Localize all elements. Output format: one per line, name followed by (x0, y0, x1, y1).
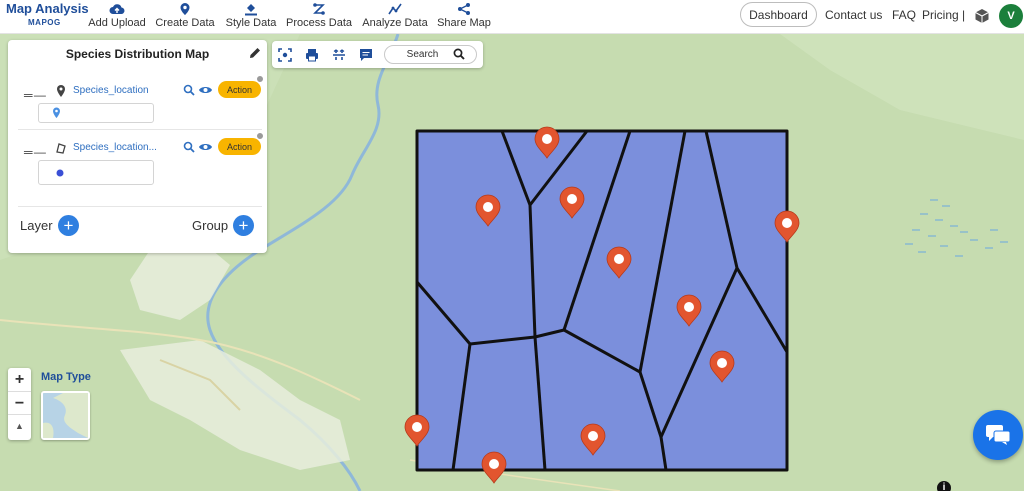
drag-handle-icon[interactable]: ═ — (24, 145, 46, 159)
status-dot (256, 132, 264, 140)
action-button[interactable]: Action (218, 81, 261, 98)
nav-create-data[interactable]: Create Data (154, 0, 216, 34)
status-dot (256, 75, 264, 83)
logo[interactable]: Map Analysis MAPOG (6, 1, 89, 31)
pencil-edit-icon[interactable] (248, 46, 262, 60)
map-type-thumbnail (43, 393, 88, 438)
nav-process-data[interactable]: Process Data (285, 0, 353, 34)
nav-label: Add Upload (88, 17, 146, 29)
species-marker[interactable] (534, 126, 560, 159)
nav-share-map[interactable]: Share Map (436, 0, 492, 34)
species-marker[interactable] (676, 294, 702, 327)
location-pin-icon (180, 3, 190, 15)
cube-icon[interactable] (974, 8, 990, 24)
paint-bucket-icon (245, 4, 257, 16)
action-button[interactable]: Action (218, 138, 261, 155)
nav-style-data[interactable]: Style Data (222, 0, 280, 34)
add-group-button[interactable]: + (233, 215, 254, 236)
nav-label: Process Data (285, 17, 353, 29)
layer-name[interactable]: Species_location... (73, 142, 157, 153)
layer-label: Layer (20, 218, 53, 233)
layer-style-preview[interactable] (38, 160, 154, 185)
group-label: Group (192, 218, 229, 233)
share-icon (458, 3, 470, 15)
zoom-controls: + − ▲ (8, 368, 31, 440)
nav-analyze-data[interactable]: Analyze Data (361, 0, 429, 34)
pricing-link[interactable]: Pricing | (922, 8, 965, 22)
map-toolbar: Search (272, 41, 483, 68)
map-type-label: Map Type (41, 371, 91, 383)
species-marker[interactable] (404, 414, 430, 447)
add-layer-button[interactable]: + (58, 215, 79, 236)
zoom-in-button[interactable]: + (8, 368, 31, 391)
species-marker[interactable] (475, 194, 501, 227)
layer-row[interactable]: ═ — Species_location... Action (8, 132, 267, 198)
map-title: Species Distribution Map (65, 47, 210, 61)
comment-icon[interactable] (359, 48, 373, 62)
zoom-to-layer-icon[interactable] (183, 84, 195, 96)
point-icon (57, 85, 65, 97)
layer-row[interactable]: ═ — Species_location Action (8, 75, 267, 141)
process-icon (313, 3, 325, 15)
map-type-switcher[interactable] (41, 391, 90, 440)
nav-label: Create Data (155, 17, 215, 29)
reset-north-button[interactable]: ▲ (8, 414, 31, 437)
polygon-icon (56, 143, 66, 154)
cloud-upload-icon (109, 4, 125, 15)
contact-us-link[interactable]: Contact us (825, 8, 882, 22)
species-marker[interactable] (774, 210, 800, 243)
drag-handle-icon[interactable]: ═ — (24, 88, 46, 102)
search-icon[interactable] (453, 48, 465, 60)
nav-label: Style Data (225, 17, 277, 29)
dot-icon (56, 169, 64, 177)
zoom-out-button[interactable]: − (8, 391, 31, 414)
layer-style-preview[interactable] (38, 103, 154, 123)
layer-panel: Species Distribution Map ═ — Species_loc… (8, 40, 267, 253)
species-marker[interactable] (580, 423, 606, 456)
species-marker[interactable] (606, 246, 632, 279)
fullscreen-focus-icon[interactable] (278, 48, 292, 62)
dashboard-button[interactable]: Dashboard (740, 2, 817, 27)
nav-label: Share Map (437, 17, 491, 29)
map-pin-icon (53, 107, 60, 118)
avatar[interactable]: V (999, 4, 1023, 28)
visibility-eye-icon[interactable] (198, 84, 213, 96)
info-icon[interactable]: i (937, 481, 951, 491)
chat-bubble-icon (986, 425, 1011, 445)
divider (18, 206, 262, 207)
species-marker[interactable] (481, 451, 507, 484)
analyze-icon (388, 3, 402, 15)
print-icon[interactable] (305, 48, 319, 62)
species-marker[interactable] (709, 350, 735, 383)
layer-name[interactable]: Species_location (73, 85, 149, 96)
divider (18, 129, 262, 130)
top-navbar: Map Analysis MAPOG Add Upload Create Dat… (0, 0, 1024, 34)
zoom-to-layer-icon[interactable] (183, 141, 195, 153)
chat-support-button[interactable] (973, 410, 1023, 460)
species-marker[interactable] (559, 186, 585, 219)
nav-add-upload[interactable]: Add Upload (86, 0, 148, 34)
logo-title: Map Analysis (6, 1, 89, 16)
nav-label: Analyze Data (362, 17, 428, 29)
logo-subtitle: MAPOG (28, 18, 61, 27)
faq-link[interactable]: FAQ (892, 8, 916, 22)
visibility-eye-icon[interactable] (198, 141, 213, 153)
measure-icon[interactable] (332, 48, 346, 62)
